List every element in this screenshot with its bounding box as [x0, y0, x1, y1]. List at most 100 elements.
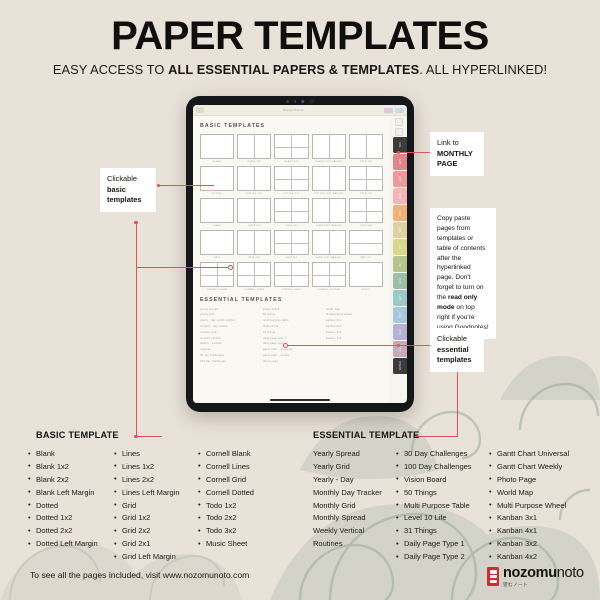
- template-thumbnail-cell[interactable]: CORNELL LINES: [237, 262, 272, 291]
- template-thumbnail-cell[interactable]: TODO 2X2: [348, 166, 383, 195]
- template-thumbnail-cell[interactable]: DOTTED LEFT MARGIN: [311, 166, 346, 195]
- template-thumbnail-preview[interactable]: [237, 198, 272, 223]
- template-list-column-3: Cornell BlankCornell LinesCornell GridCo…: [198, 448, 286, 564]
- template-thumbnail-cell[interactable]: GRID LEFT MARGIN: [311, 230, 346, 259]
- template-thumbnail-preview[interactable]: [274, 198, 309, 223]
- template-thumbnail-cell[interactable]: BLANK 1X2: [237, 134, 272, 163]
- template-thumbnail-preview[interactable]: [274, 166, 309, 191]
- list-item: Cornell Grid: [198, 473, 286, 487]
- subtitle-post: . ALL HYPERLINKED!: [419, 62, 548, 77]
- template-thumbnail-preview[interactable]: [237, 230, 272, 255]
- template-thumbnail-preview[interactable]: [348, 230, 383, 255]
- thumb-hline: [275, 146, 308, 148]
- month-tab-aug[interactable]: AUG: [393, 273, 407, 289]
- template-thumbnail-cell[interactable]: DOTTED 1X2: [237, 166, 272, 195]
- template-thumbnail-preview[interactable]: [200, 134, 235, 159]
- month-tab-apr[interactable]: APR: [393, 205, 407, 221]
- template-thumbnail-preview[interactable]: [311, 262, 346, 287]
- template-thumbnail-preview[interactable]: [348, 166, 383, 191]
- template-thumbnail-preview[interactable]: [348, 262, 383, 287]
- template-thumbnail-preview[interactable]: [274, 230, 309, 255]
- template-thumbnail-preview[interactable]: [311, 230, 346, 255]
- connector-left-to-heading: [136, 436, 162, 437]
- thumb-hline: [349, 178, 382, 180]
- toolbar-action-more[interactable]: [395, 107, 404, 113]
- template-thumbnail-cell[interactable]: LINES LEFT MARGIN: [311, 198, 346, 227]
- template-thumbnail-preview[interactable]: [348, 134, 383, 159]
- month-tab-sept[interactable]: SEPT: [393, 290, 407, 306]
- connector-dot-top-left: [134, 220, 138, 224]
- back-button[interactable]: [196, 107, 204, 113]
- month-tab-label: APR: [398, 210, 402, 216]
- list-item: Blank: [28, 448, 114, 461]
- template-thumbnail-cell[interactable]: LINES 1X2: [237, 198, 272, 227]
- list-item: Cornell Blank: [198, 448, 286, 461]
- template-thumbnail-cell[interactable]: GRID: [200, 230, 235, 259]
- essential-column-3[interactable]: world map multipurpose wheel kanban 3x1 …: [326, 307, 383, 365]
- month-tab-jul[interactable]: JUL: [393, 256, 407, 272]
- subtitle-bold: ALL ESSENTIAL PAPERS & TEMPLATES: [168, 62, 420, 77]
- tablet-screen: Digital Planner BASIC TEMPLATES BLANK BLA…: [193, 105, 407, 403]
- month-tab-notes[interactable]: NOTES: [393, 358, 407, 374]
- app-toolbar: Digital Planner: [193, 105, 407, 116]
- essential-column-1[interactable]: yearly spread yearly grid yearly - day m…: [200, 307, 257, 365]
- template-thumbnail-cell[interactable]: DOTTED 2X2: [274, 166, 309, 195]
- template-thumbnail-cell[interactable]: BLANK 2X2: [274, 134, 309, 163]
- callout-basic-line3: templates: [107, 195, 142, 205]
- month-tab-toc[interactable]: TOC: [393, 137, 407, 153]
- template-list-column-2: 30 Day Challenges100 Day ChallengesVisio…: [396, 448, 489, 564]
- template-thumbnail-cell[interactable]: CORNELL DOTTED: [311, 262, 346, 291]
- template-thumbnail-cell[interactable]: DOTTED: [200, 166, 235, 195]
- template-thumbnail-cell[interactable]: TODO 3X2: [348, 198, 383, 227]
- template-thumbnail-cell[interactable]: CORNELL GRID: [274, 262, 309, 291]
- thumb-vline: [254, 135, 255, 158]
- list-item: Lines: [114, 448, 198, 461]
- template-thumbnail-label: CORNELL BLANK: [206, 288, 228, 291]
- template-thumbnail-preview[interactable]: [237, 262, 272, 287]
- home-indicator: [270, 399, 330, 401]
- template-thumbnail-preview[interactable]: [311, 134, 346, 159]
- template-thumbnail-preview[interactable]: [200, 230, 235, 255]
- essential-column-2[interactable]: vision board 50 things multi purpose tab…: [263, 307, 320, 365]
- settings-gear-icon[interactable]: [394, 118, 403, 126]
- toolbar-action-share[interactable]: [384, 107, 393, 113]
- template-thumbnail-preview[interactable]: [348, 198, 383, 223]
- month-tab-may[interactable]: MAY: [393, 222, 407, 238]
- month-tab-feb[interactable]: FEB: [393, 171, 407, 187]
- template-thumbnail-preview[interactable]: [311, 198, 346, 223]
- month-tab-jun[interactable]: JUN: [393, 239, 407, 255]
- list-item: Blank 2x2: [28, 473, 114, 487]
- month-tab-oct[interactable]: OCT: [393, 307, 407, 323]
- template-thumbnail-cell[interactable]: TODO 1X2: [348, 134, 383, 163]
- template-thumbnail-cell[interactable]: BLANK: [200, 134, 235, 163]
- list-item: Todo 1x2: [198, 499, 286, 513]
- app-title: Digital Planner: [283, 108, 305, 112]
- template-thumbnail-cell[interactable]: MUSIC: [348, 262, 383, 291]
- template-thumbnail-cell[interactable]: LINES: [200, 198, 235, 227]
- list-item: Todo 3x2: [198, 525, 286, 538]
- template-thumbnail-cell[interactable]: LINES 2X2: [274, 198, 309, 227]
- month-tab-mar[interactable]: MAR: [393, 188, 407, 204]
- list-item: 100 Day Challenges: [396, 460, 489, 474]
- template-thumbnail-preview[interactable]: [274, 262, 309, 287]
- pages-icon[interactable]: [394, 127, 403, 136]
- page-subtitle: EASY ACCESS TO ALL ESSENTIAL PAPERS & TE…: [0, 62, 600, 77]
- template-thumbnail-preview[interactable]: [237, 166, 272, 191]
- thumb-hline: [275, 242, 308, 244]
- month-tab-nov[interactable]: NOV: [393, 324, 407, 340]
- template-list-column-3: Gantt Chart UniversalGantt Chart WeeklyP…: [489, 448, 589, 564]
- template-thumbnail-preview[interactable]: [311, 166, 346, 191]
- list-item: Weekly Vertical: [313, 526, 365, 536]
- template-thumbnail-preview[interactable]: [200, 198, 235, 223]
- template-thumbnail-preview[interactable]: [237, 134, 272, 159]
- month-tab-jan[interactable]: JAN: [393, 154, 407, 170]
- template-thumbnail-cell[interactable]: GRID 2X1: [348, 230, 383, 259]
- month-tab-dec[interactable]: DEC: [393, 341, 407, 357]
- thumb-vline: [254, 167, 255, 190]
- template-thumbnail-cell[interactable]: BLANK LEFT MARGIN: [311, 134, 346, 163]
- template-thumbnail-cell[interactable]: GRID 1X2: [237, 230, 272, 259]
- template-thumbnail-preview[interactable]: [200, 166, 235, 191]
- callout-monthly-line3: PAGE: [437, 159, 458, 169]
- template-thumbnail-preview[interactable]: [274, 134, 309, 159]
- template-thumbnail-cell[interactable]: GRID 2X2: [274, 230, 309, 259]
